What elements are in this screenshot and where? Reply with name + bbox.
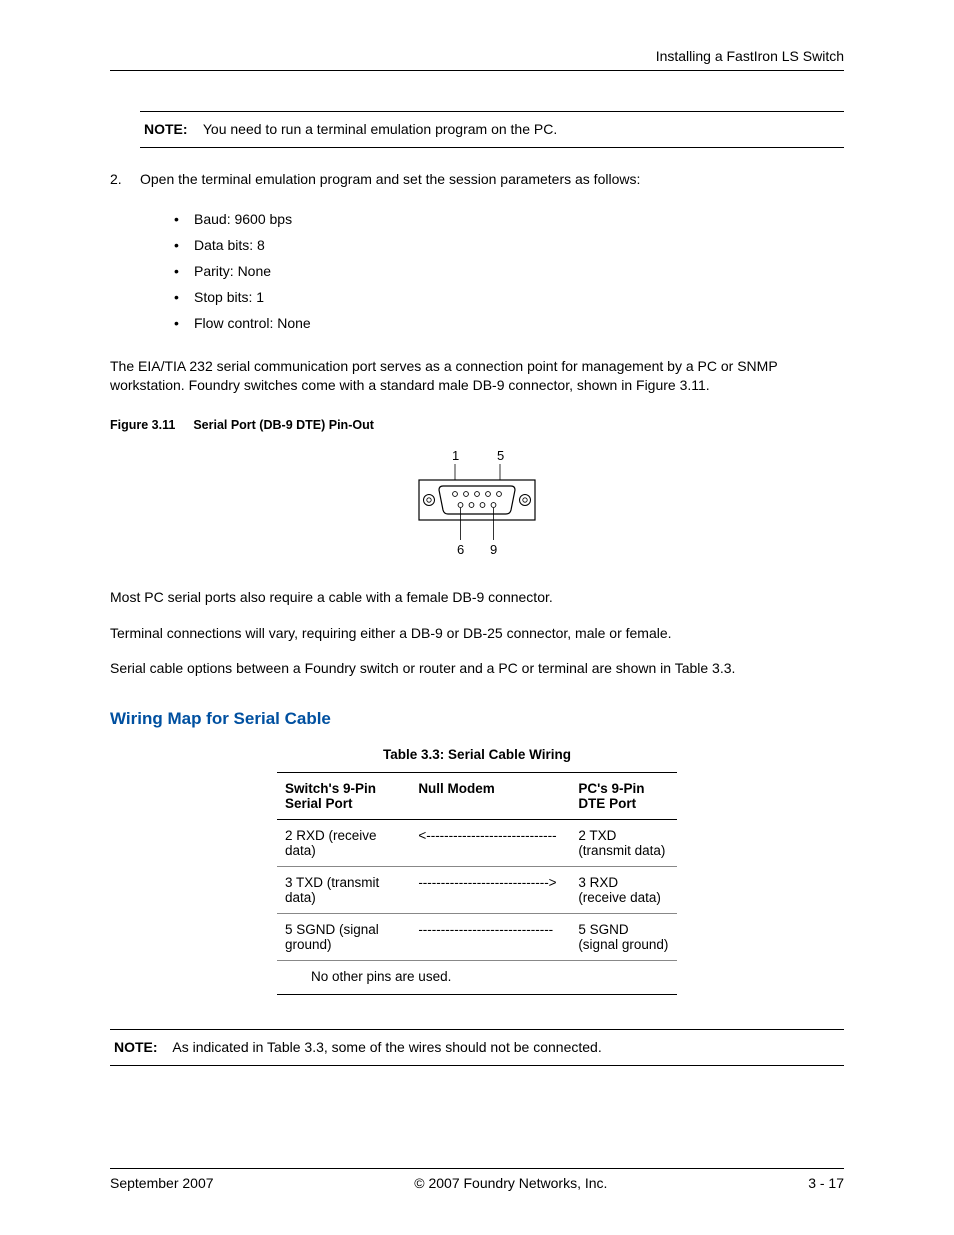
list-item: Baud: 9600 bps [168, 211, 844, 227]
list-item: Stop bits: 1 [168, 289, 844, 305]
note-text: As indicated in Table 3.3, some of the w… [172, 1039, 601, 1055]
table-cell: 5 SGND (signal ground) [570, 913, 677, 960]
table-header: Switch's 9-Pin Serial Port [277, 772, 410, 819]
list-item: Flow control: None [168, 315, 844, 331]
note-label: NOTE: [144, 121, 188, 137]
table-header: Null Modem [410, 772, 570, 819]
figure-label: Figure 3.11 [110, 418, 175, 432]
figure-caption: Figure 3.11 Serial Port (DB-9 DTE) Pin-Ou… [110, 418, 844, 432]
figure-db9: 1 5 6 [110, 446, 844, 566]
table-row: 5 SGND (signal ground) -----------------… [277, 913, 677, 960]
table-header: PC's 9-Pin DTE Port [570, 772, 677, 819]
table-footnote: No other pins are used. [277, 960, 677, 994]
table-cell: 3 RXD (receive data) [570, 866, 677, 913]
table-wrap: Table 3.3: Serial Cable Wiring Switch's … [110, 747, 844, 995]
table-cell: 2 RXD (receive data) [277, 819, 410, 866]
running-header: Installing a FastIron LS Switch [110, 48, 844, 70]
step-number: 2. [110, 170, 126, 189]
serial-cable-wiring-table: Switch's 9-Pin Serial Port Null Modem PC… [277, 772, 677, 995]
step-2: 2. Open the terminal emulation program a… [110, 170, 844, 189]
figure-title: Serial Port (DB-9 DTE) Pin-Out [193, 418, 374, 432]
footer-center: © 2007 Foundry Networks, Inc. [414, 1175, 607, 1191]
table-caption: Table 3.3: Serial Cable Wiring [277, 747, 677, 762]
table-row: 2 RXD (receive data) <------------------… [277, 819, 677, 866]
pin-label-5: 5 [497, 448, 504, 463]
footer: September 2007 © 2007 Foundry Networks, … [110, 1168, 844, 1191]
paragraph: Terminal connections will vary, requirin… [110, 624, 844, 644]
list-item: Data bits: 8 [168, 237, 844, 253]
footer-left: September 2007 [110, 1175, 214, 1191]
step-text: Open the terminal emulation program and … [140, 170, 640, 189]
db9-connector-icon: 1 5 6 [397, 446, 557, 566]
pin-label-9: 9 [490, 542, 497, 557]
footer-right: 3 - 17 [808, 1175, 844, 1191]
note-text: You need to run a terminal emulation pro… [203, 121, 557, 137]
paragraph: The EIA/TIA 232 serial communication por… [110, 357, 844, 396]
header-rule [110, 70, 844, 71]
table-cell: 5 SGND (signal ground) [277, 913, 410, 960]
section-heading: Wiring Map for Serial Cable [110, 709, 844, 729]
list-item: Parity: None [168, 263, 844, 279]
paragraph: Most PC serial ports also require a cabl… [110, 588, 844, 608]
table-row: 3 TXD (transmit data) ------------------… [277, 866, 677, 913]
table-cell: ------------------------------ [410, 913, 570, 960]
table-cell: 2 TXD (transmit data) [570, 819, 677, 866]
page-content: Installing a FastIron LS Switch NOTE: Yo… [110, 48, 844, 1191]
note-label: NOTE: [114, 1039, 158, 1055]
paragraph: Serial cable options between a Foundry s… [110, 659, 844, 679]
header-title: Installing a FastIron LS Switch [656, 48, 844, 64]
table-cell: <----------------------------- [410, 819, 570, 866]
session-params-list: Baud: 9600 bps Data bits: 8 Parity: None… [168, 201, 844, 341]
table-cell: 3 TXD (transmit data) [277, 866, 410, 913]
pin-label-6: 6 [457, 542, 464, 557]
note-box-2: NOTE: As indicated in Table 3.3, some of… [110, 1029, 844, 1066]
pin-label-1: 1 [452, 448, 459, 463]
footer-rule [110, 1168, 844, 1169]
table-cell: -----------------------------> [410, 866, 570, 913]
note-box-1: NOTE: You need to run a terminal emulati… [140, 111, 844, 148]
